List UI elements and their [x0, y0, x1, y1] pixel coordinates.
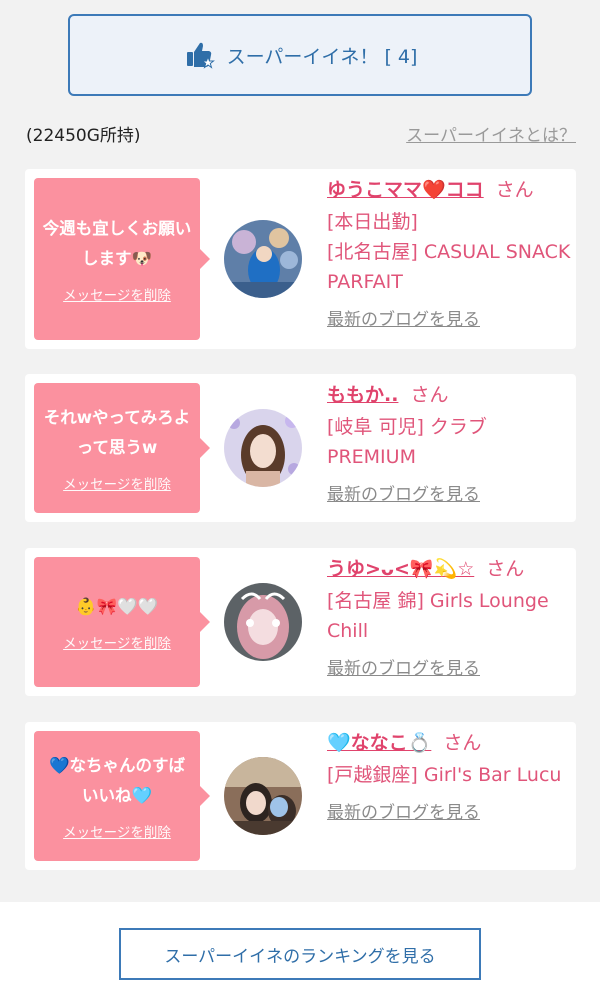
delete-message-link[interactable]: メッセージを削除 — [63, 473, 171, 493]
message-text: 今週も宜しくお願いします🐶 — [42, 219, 192, 268]
avatar[interactable] — [224, 409, 302, 487]
delete-message-link[interactable]: メッセージを削除 — [63, 284, 171, 304]
message-text: 👶🎀🤍🤍 — [75, 597, 159, 616]
shop-info-2: PREMIUM — [327, 446, 416, 468]
honorific: さん — [410, 384, 449, 406]
ranking-button-label: スーパーイイネのランキングを見る — [164, 946, 436, 967]
shift-status: [本日出勤] — [327, 211, 418, 233]
latest-blog-link[interactable]: 最新のブログを見る — [327, 798, 480, 823]
message-card: 👶🎀🤍🤍 メッセージを削除 うゆ>ᴗ<🎀💫☆ さん [名古屋 錦] Girls L… — [25, 548, 576, 696]
avatar[interactable] — [224, 583, 302, 661]
cast-name-link[interactable]: ゆうこママ❤️ココ — [327, 179, 484, 201]
message-text: 💙なちゃんのすばいいね🩵 — [48, 756, 186, 805]
honorific: さん — [486, 558, 525, 580]
honorific: さん — [495, 179, 534, 201]
ranking-button[interactable]: スーパーイイネのランキングを見る — [119, 928, 481, 980]
message-card: それwやってみろよって思うw メッセージを削除 ももか.. さん [岐阜 可児] … — [25, 374, 576, 522]
shop-info: [北名古屋] CASUAL SNACK PARFAIT — [327, 241, 571, 293]
avatar[interactable] — [224, 757, 302, 835]
message-card: 💙なちゃんのすばいいね🩵 メッセージを削除 🩵ななこ💍 さん [戸越銀座] Gir… — [25, 722, 576, 870]
shop-info: [岐阜 可児] クラブ — [327, 416, 487, 438]
thumbs-up-star-icon — [186, 42, 215, 69]
cast-name-link[interactable]: 🩵ななこ💍 — [327, 732, 431, 754]
latest-blog-link[interactable]: 最新のブログを見る — [327, 305, 480, 330]
what-is-super-like-link[interactable]: スーパーイイネとは？ — [406, 121, 576, 146]
shop-info: [戸越銀座] Girl's Bar Lucu — [327, 764, 562, 786]
shop-info: [名古屋 錦] Girls Lounge Chill — [327, 590, 549, 642]
message-bubble: 💙なちゃんのすばいいね🩵 メッセージを削除 — [34, 731, 210, 861]
delete-message-link[interactable]: メッセージを削除 — [63, 821, 171, 841]
cast-name-link[interactable]: うゆ>ᴗ<🎀💫☆ — [327, 558, 474, 580]
latest-blog-link[interactable]: 最新のブログを見る — [327, 654, 480, 679]
message-bubble: 今週も宜しくお願いします🐶 メッセージを削除 — [34, 178, 210, 340]
delete-message-link[interactable]: メッセージを削除 — [63, 632, 171, 652]
footer-area: スーパーイイネのランキングを見る — [0, 902, 600, 1000]
cast-name-link[interactable]: ももか.. — [327, 384, 398, 406]
super-like-button[interactable]: スーパーイイネ！ [ 4] — [68, 14, 532, 96]
message-card: 今週も宜しくお願いします🐶 メッセージを削除 ゆうこママ❤️ココ さん [本日出勤… — [25, 169, 576, 349]
message-bubble: 👶🎀🤍🤍 メッセージを削除 — [34, 557, 210, 687]
avatar[interactable] — [224, 220, 302, 298]
message-text: それwやってみろよって思うw — [43, 408, 191, 457]
points-balance: (22450G所持) — [26, 125, 141, 146]
honorific: さん — [443, 732, 482, 754]
latest-blog-link[interactable]: 最新のブログを見る — [327, 480, 480, 505]
super-like-label: スーパーイイネ！ [ 4] — [226, 45, 418, 68]
message-bubble: それwやってみろよって思うw メッセージを削除 — [34, 383, 210, 513]
